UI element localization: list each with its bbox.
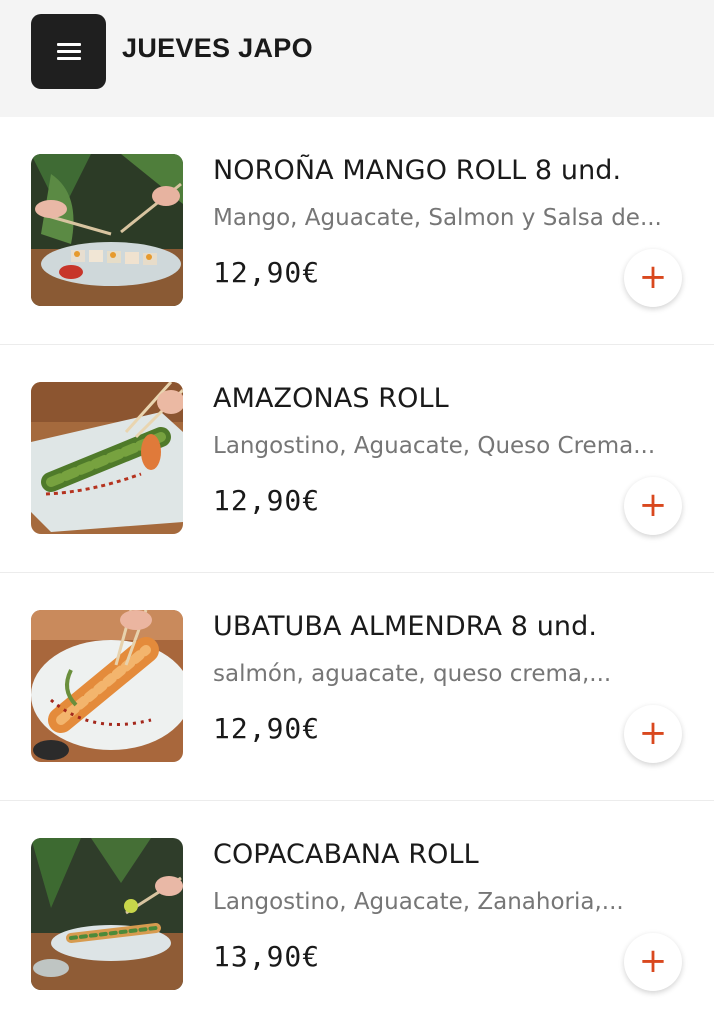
page-title: JUEVES JAPO — [122, 33, 313, 63]
plus-icon: + — [638, 713, 668, 753]
app-header: JUEVES JAPO — [0, 0, 714, 117]
add-to-cart-button[interactable]: + — [624, 705, 682, 763]
menu-item[interactable]: AMAZONAS ROLL Langostino, Aguacate, Ques… — [0, 345, 714, 573]
item-price: 12,90€ — [213, 256, 321, 289]
plus-icon: + — [638, 485, 668, 525]
add-to-cart-button[interactable]: + — [624, 477, 682, 535]
menu-button[interactable] — [31, 14, 106, 89]
item-name: NOROÑA MANGO ROLL 8 und. — [213, 155, 622, 186]
item-name: AMAZONAS ROLL — [213, 383, 449, 414]
item-image[interactable] — [31, 382, 183, 534]
item-price: 12,90€ — [213, 712, 321, 745]
item-price: 12,90€ — [213, 484, 321, 517]
item-description: salmón, aguacate, queso crema,... — [213, 661, 612, 687]
item-image[interactable] — [31, 610, 183, 762]
plus-icon: + — [638, 941, 668, 981]
item-description: Langostino, Aguacate, Queso Crema... — [213, 433, 656, 459]
plus-icon: + — [638, 257, 668, 297]
item-image[interactable] — [31, 838, 183, 990]
item-price: 13,90€ — [213, 940, 321, 973]
menu-item[interactable]: NOROÑA MANGO ROLL 8 und. Mango, Aguacate… — [0, 117, 714, 345]
menu-item[interactable]: UBATUBA ALMENDRA 8 und. salmón, aguacate… — [0, 573, 714, 801]
item-image[interactable] — [31, 154, 183, 306]
add-to-cart-button[interactable]: + — [624, 933, 682, 991]
item-description: Mango, Aguacate, Salmon y Salsa de... — [213, 205, 662, 231]
item-name: COPACABANA ROLL — [213, 839, 479, 870]
menu-item[interactable]: COPACABANA ROLL Langostino, Aguacate, Za… — [0, 801, 714, 1029]
add-to-cart-button[interactable]: + — [624, 249, 682, 307]
item-description: Langostino, Aguacate, Zanahoria,... — [213, 889, 624, 915]
item-name: UBATUBA ALMENDRA 8 und. — [213, 611, 598, 642]
